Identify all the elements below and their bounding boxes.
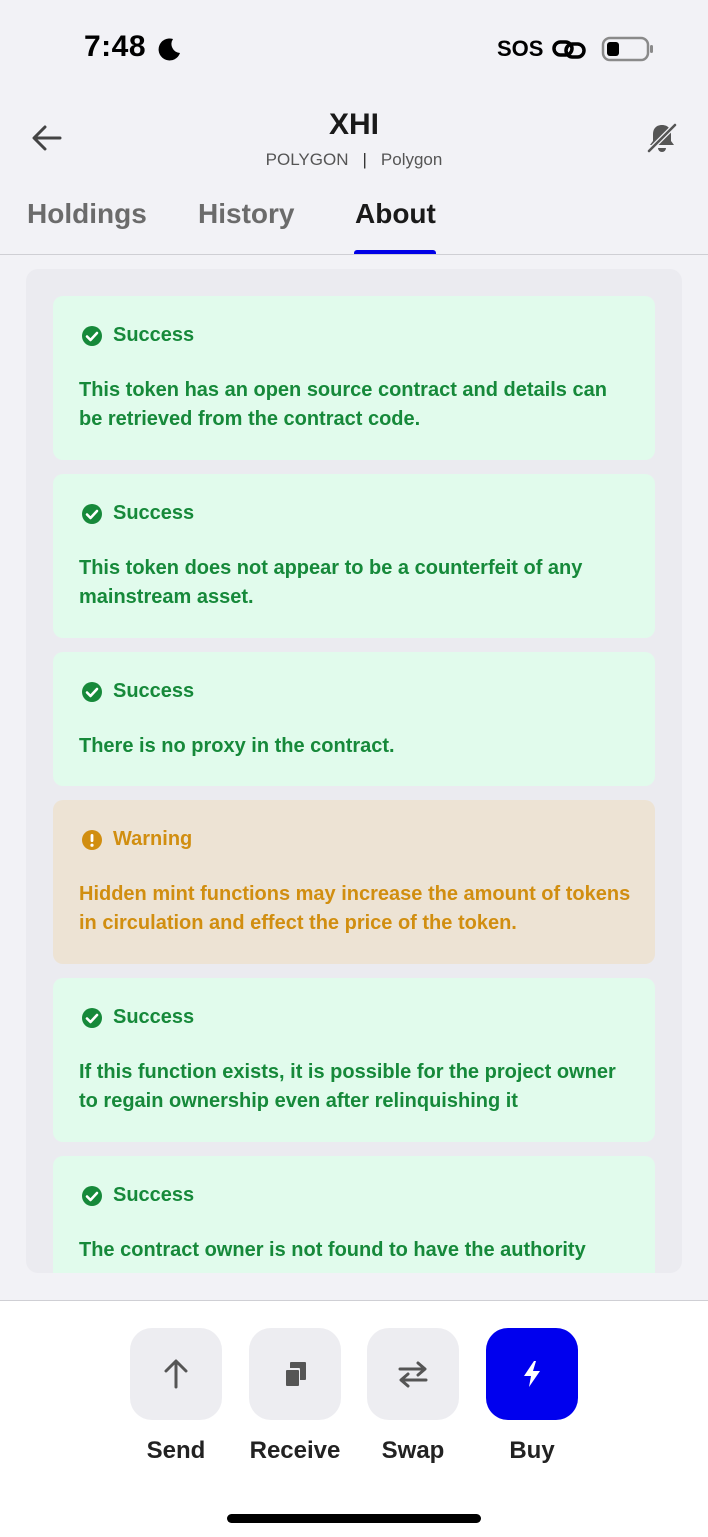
warning-card: Warning Hidden mint functions may increa… (53, 800, 655, 964)
check-status: Success (81, 1006, 194, 1029)
token-title: XHI (328, 108, 379, 141)
check-description: This token has an open source contract a… (79, 379, 607, 430)
moon-icon (158, 38, 180, 61)
battery-icon (601, 36, 653, 62)
check-circle-icon (82, 325, 102, 346)
tab-about[interactable]: About (355, 198, 436, 230)
check-circle-icon (82, 1185, 102, 1206)
link-icon (552, 40, 586, 59)
home-indicator[interactable] (227, 1514, 481, 1523)
check-description: This token does not appear to be a count… (79, 557, 583, 608)
check-status-label: Success (113, 1006, 195, 1028)
check-card: Success This token does not appear to be… (53, 474, 655, 638)
exclamation-circle-icon (82, 829, 102, 850)
copy-icon (284, 1362, 306, 1386)
status-sos: SOS (497, 36, 544, 61)
check-status-label: Success (113, 324, 195, 346)
check-circle-icon (82, 503, 102, 524)
check-card: Success This token has an open source co… (53, 296, 655, 460)
swap-button[interactable] (367, 1328, 459, 1420)
check-description: Hidden mint functions may increase the a… (79, 883, 631, 934)
receive-button[interactable] (249, 1328, 341, 1420)
action-bar: Send Receive Swap Buy (0, 1300, 708, 1537)
send-button[interactable] (130, 1328, 222, 1420)
check-status: Success (81, 324, 194, 347)
mute-notifications-button[interactable] (642, 118, 682, 158)
check-card: Success If this function exists, it is p… (53, 978, 655, 1142)
tab-history[interactable]: History (198, 198, 294, 230)
network-subtitle: POLYGON | Polygon (0, 150, 708, 170)
check-card: Success There is no proxy in the contrac… (53, 652, 655, 786)
swap-arrows-icon (398, 1361, 428, 1388)
check-card: Success The contract owner is not found … (53, 1156, 655, 1273)
check-status-label: Warning (113, 828, 193, 850)
check-status-label: Success (113, 1184, 195, 1206)
check-status: Success (81, 1184, 194, 1207)
buy-label[interactable]: Buy (472, 1437, 592, 1465)
security-checks-panel[interactable]: Success This token has an open source co… (26, 269, 682, 1273)
network-name: Polygon (380, 150, 443, 169)
check-status-label: Success (113, 680, 195, 702)
send-label[interactable]: Send (116, 1437, 236, 1465)
check-description: The contract owner is not found to have … (79, 1239, 586, 1261)
network-separator: | (362, 150, 367, 169)
swap-label[interactable]: Swap (353, 1437, 473, 1465)
network-code: POLYGON (265, 150, 349, 169)
check-status: Success (81, 502, 194, 525)
status-time: 7:48 (84, 30, 147, 63)
status-bar: 7:48 SOS (0, 0, 708, 96)
check-description: There is no proxy in the contract. (79, 735, 395, 757)
arrow-up-icon (164, 1359, 188, 1389)
bell-muted-icon (646, 122, 678, 154)
tabs-divider (0, 254, 708, 255)
lightning-icon (524, 1361, 540, 1387)
tab-bar: Holdings History About (0, 192, 708, 256)
check-status: Success (81, 680, 194, 703)
receive-label[interactable]: Receive (235, 1437, 355, 1465)
check-circle-icon (82, 681, 102, 702)
tab-holdings[interactable]: Holdings (27, 198, 147, 230)
check-description: If this function exists, it is possible … (79, 1061, 616, 1112)
check-circle-icon (82, 1007, 102, 1028)
token-header: XHI POLYGON | Polygon (0, 96, 708, 192)
check-status: Warning (81, 828, 192, 851)
check-status-label: Success (113, 502, 195, 524)
buy-button[interactable] (486, 1328, 578, 1420)
